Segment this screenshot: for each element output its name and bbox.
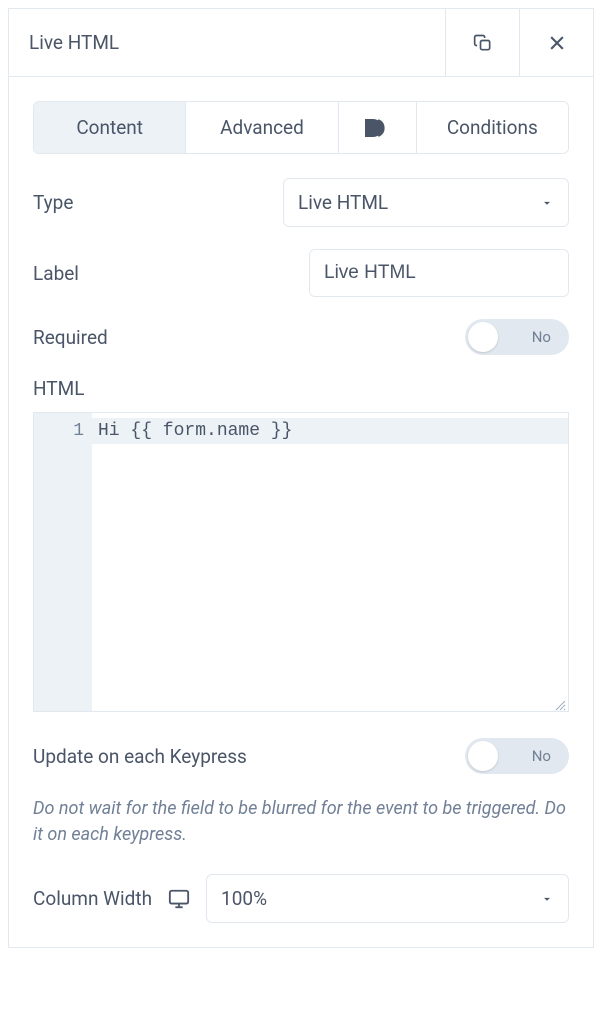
line-number: 1 bbox=[34, 421, 84, 441]
tab-content[interactable]: Content bbox=[34, 102, 186, 153]
label-input-group bbox=[309, 249, 569, 297]
editor-gutter: 1 bbox=[34, 413, 92, 711]
type-label: Type bbox=[33, 191, 73, 214]
resize-icon bbox=[554, 699, 566, 711]
update-keypress-value: No bbox=[532, 747, 551, 765]
duplicate-button[interactable] bbox=[445, 9, 519, 77]
required-value: No bbox=[532, 328, 551, 346]
label-label: Label bbox=[33, 262, 79, 285]
label-field-row: Label bbox=[33, 249, 569, 297]
column-width-row: Column Width 100% bbox=[33, 874, 569, 923]
column-width-select[interactable]: 100% bbox=[206, 874, 569, 923]
column-width-value: 100% bbox=[221, 887, 267, 910]
update-keypress-label: Update on each Keypress bbox=[33, 745, 247, 768]
panel-title: Live HTML bbox=[9, 31, 445, 54]
resize-handle[interactable] bbox=[554, 697, 566, 709]
label-input[interactable] bbox=[310, 250, 569, 296]
html-editor[interactable]: 1 Hi {{ form.name }} bbox=[33, 412, 569, 712]
settings-panel: Live HTML Content Advanced Cond bbox=[8, 8, 594, 948]
tab-d[interactable] bbox=[339, 102, 417, 153]
required-toggle[interactable]: No bbox=[465, 319, 569, 355]
code-line: Hi {{ form.name }} bbox=[98, 421, 562, 441]
copy-icon bbox=[473, 33, 493, 53]
update-keypress-toggle[interactable]: No bbox=[465, 738, 569, 774]
required-label: Required bbox=[33, 326, 108, 349]
chevron-down-icon bbox=[540, 196, 554, 210]
panel-body: Content Advanced Conditions Type Live HT… bbox=[9, 77, 593, 947]
tab-advanced[interactable]: Advanced bbox=[186, 102, 338, 153]
chevron-down-icon bbox=[540, 892, 554, 906]
tab-conditions[interactable]: Conditions bbox=[417, 102, 568, 153]
update-keypress-help: Do not wait for the field to be blurred … bbox=[33, 796, 569, 848]
close-icon bbox=[547, 33, 567, 53]
panel-header: Live HTML bbox=[9, 9, 593, 77]
type-select[interactable]: Live HTML bbox=[283, 178, 569, 227]
required-field-row: Required No bbox=[33, 319, 569, 355]
html-label: HTML bbox=[33, 377, 569, 400]
d-logo-icon bbox=[363, 117, 391, 139]
update-keypress-row: Update on each Keypress No bbox=[33, 738, 569, 774]
editor-content[interactable]: Hi {{ form.name }} bbox=[92, 413, 568, 711]
close-button[interactable] bbox=[519, 9, 593, 77]
monitor-icon bbox=[168, 888, 190, 910]
type-field-row: Type Live HTML bbox=[33, 178, 569, 227]
type-value: Live HTML bbox=[298, 191, 388, 214]
toggle-knob bbox=[468, 322, 498, 352]
toggle-knob bbox=[468, 741, 498, 771]
column-width-label: Column Width bbox=[33, 887, 152, 910]
tab-bar: Content Advanced Conditions bbox=[33, 101, 569, 154]
